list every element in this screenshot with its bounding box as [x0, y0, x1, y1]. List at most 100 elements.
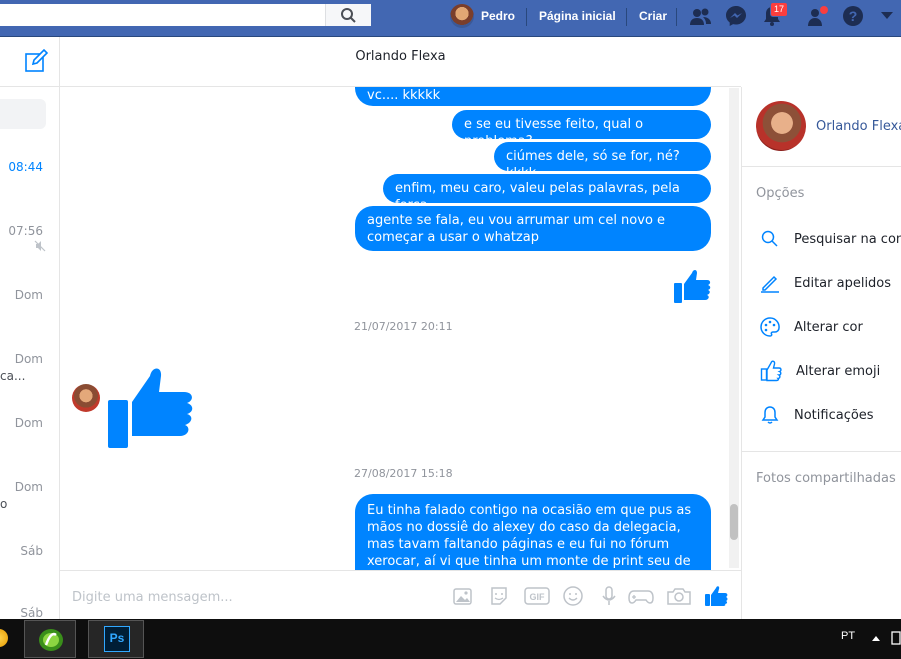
conversation-time: 07:56 — [8, 224, 43, 238]
people-icon[interactable] — [806, 5, 830, 29]
user-name: Pedro — [481, 9, 516, 23]
photoshop-icon: Ps — [104, 626, 130, 652]
chevron-up-icon[interactable] — [872, 635, 880, 641]
message-text: vc.... kkkkk — [367, 88, 441, 103]
message-thread: vc.... kkkkk e se eu tivesse feito, qual… — [60, 87, 741, 570]
thumbs-up-icon — [760, 360, 782, 382]
message-bubble[interactable]: agente se fala, eu vou arrumar um cel no… — [355, 206, 711, 251]
notifications-option[interactable]: Notificações — [760, 404, 874, 426]
bell-icon — [761, 406, 779, 424]
divider — [742, 166, 901, 167]
option-label: Pesquisar na conversa — [794, 231, 901, 247]
contact-avatar[interactable] — [756, 101, 806, 151]
option-label: Editar apelidos — [794, 275, 892, 291]
muted-icon — [34, 240, 46, 252]
conversation-snippet: ca... — [0, 369, 26, 383]
create-link[interactable]: Criar — [639, 9, 667, 23]
messenger-icon[interactable] — [725, 5, 747, 27]
conversation-time: Sáb — [20, 606, 43, 619]
message-bubble[interactable]: ciúmes dele, só se for, né? kkkk — [494, 142, 711, 181]
conversation-search-input[interactable] — [0, 99, 46, 129]
conversation-title[interactable]: Orlando Flexa — [60, 49, 741, 64]
conversation-time: Dom — [14, 480, 43, 494]
windows-taskbar: Ps PT — [0, 619, 901, 659]
thumbs-up-icon — [108, 368, 193, 448]
game-controller-icon[interactable] — [628, 585, 654, 607]
conversation-header: Orlando Flexa — [60, 37, 741, 87]
taskbar-app-photoshop[interactable]: Ps — [88, 620, 144, 658]
new-message-icon[interactable] — [24, 49, 48, 73]
top-navigation-bar: Pedro Página inicial Criar 17 ? — [0, 0, 901, 37]
help-icon[interactable]: ? — [842, 5, 864, 27]
conversation-time: Sáb — [20, 544, 43, 558]
options-heading: Opções — [756, 186, 805, 201]
language-indicator[interactable]: PT — [841, 630, 855, 642]
conversation-list-item[interactable]: Sáb — [0, 600, 59, 619]
taskbar-app-dreamweaver[interactable] — [24, 620, 76, 658]
option-label: Alterar emoji — [796, 363, 881, 379]
contact-name[interactable]: Orlando Flexa — [816, 119, 901, 134]
search-input[interactable] — [0, 4, 325, 26]
conversation-list-header — [0, 37, 59, 87]
profile-link[interactable]: Pedro — [450, 4, 516, 28]
message-text: Eu tinha falado contigo na ocasião em qu… — [367, 503, 692, 569]
conversation-list-item[interactable]: 07:56 — [0, 214, 59, 264]
conversation-time: 08:44 — [8, 160, 43, 174]
message-bubble[interactable]: e se eu tivesse feito, qual o problema? — [452, 110, 711, 149]
message-text: agente se fala, eu vou arrumar um cel no… — [367, 213, 666, 245]
palette-icon — [760, 317, 780, 337]
contact-avatar[interactable] — [72, 384, 100, 412]
conversation-list-item[interactable]: Dom ca... — [0, 344, 59, 394]
conversation-time: Dom — [14, 352, 43, 366]
search-in-conversation-option[interactable]: Pesquisar na conversa — [760, 228, 901, 250]
message-scrollbar[interactable] — [729, 88, 739, 568]
message-bubble[interactable]: enfim, meu caro, valeu pelas palavras, p… — [383, 174, 711, 213]
conversation-time: Dom — [14, 288, 43, 302]
divider — [526, 8, 527, 26]
gif-icon[interactable]: GIF — [524, 585, 550, 607]
emoji-icon[interactable] — [562, 585, 584, 607]
svg-text:GIF: GIF — [530, 592, 546, 602]
microphone-icon[interactable] — [598, 585, 620, 607]
scrollbar-thumb[interactable] — [730, 504, 738, 540]
conversation-list-item[interactable]: Dom — [0, 408, 59, 448]
conversation-time: Dom — [14, 416, 43, 430]
change-emoji-option[interactable]: Alterar emoji — [760, 360, 880, 382]
search-icon — [761, 230, 778, 247]
chevron-down-icon[interactable] — [881, 11, 893, 21]
message-bubble[interactable]: Eu tinha falado contigo na ocasião em qu… — [355, 494, 711, 570]
divider — [676, 8, 677, 26]
message-timestamp: 21/07/2017 20:11 — [354, 320, 453, 333]
app-icon — [39, 629, 63, 651]
friend-requests-icon[interactable] — [689, 6, 713, 28]
svg-text:?: ? — [849, 8, 858, 24]
conversation-list-item[interactable]: Dom o — [0, 472, 59, 522]
camera-icon[interactable] — [666, 585, 692, 607]
change-color-option[interactable]: Alterar cor — [760, 316, 863, 338]
conversation-list-item[interactable]: Sáb — [0, 536, 59, 576]
divider — [626, 8, 627, 26]
user-avatar — [450, 4, 474, 28]
conversation-list-item[interactable]: 08:44 — [0, 150, 59, 190]
search-icon — [341, 8, 356, 23]
message-timestamp: 27/08/2017 15:18 — [354, 467, 453, 480]
notifications-badge: 17 — [770, 2, 789, 17]
message-composer: Digite uma mensagem... GIF — [60, 570, 741, 620]
home-link[interactable]: Página inicial — [539, 9, 616, 23]
photo-icon[interactable] — [452, 585, 474, 607]
message-input[interactable]: Digite uma mensagem... — [72, 590, 233, 605]
option-label: Alterar cor — [794, 319, 863, 335]
option-label: Notificações — [794, 407, 874, 423]
search-button[interactable] — [325, 4, 371, 26]
battery-icon[interactable] — [891, 631, 901, 645]
conversation-details-panel: Orlando Flexa Opções Pesquisar na conver… — [741, 87, 901, 619]
thumbs-up-icon — [674, 270, 711, 303]
sticker-icon[interactable] — [488, 585, 510, 607]
edit-nicknames-option[interactable]: Editar apelidos — [760, 272, 891, 294]
divider — [742, 451, 901, 452]
shared-photos-heading[interactable]: Fotos compartilhadas — [756, 471, 896, 486]
conversation-list-item[interactable]: Dom — [0, 280, 59, 320]
thumbs-up-icon[interactable] — [704, 585, 728, 607]
app-icon[interactable] — [0, 629, 8, 647]
message-bubble[interactable]: vc.... kkkkk — [355, 87, 711, 106]
